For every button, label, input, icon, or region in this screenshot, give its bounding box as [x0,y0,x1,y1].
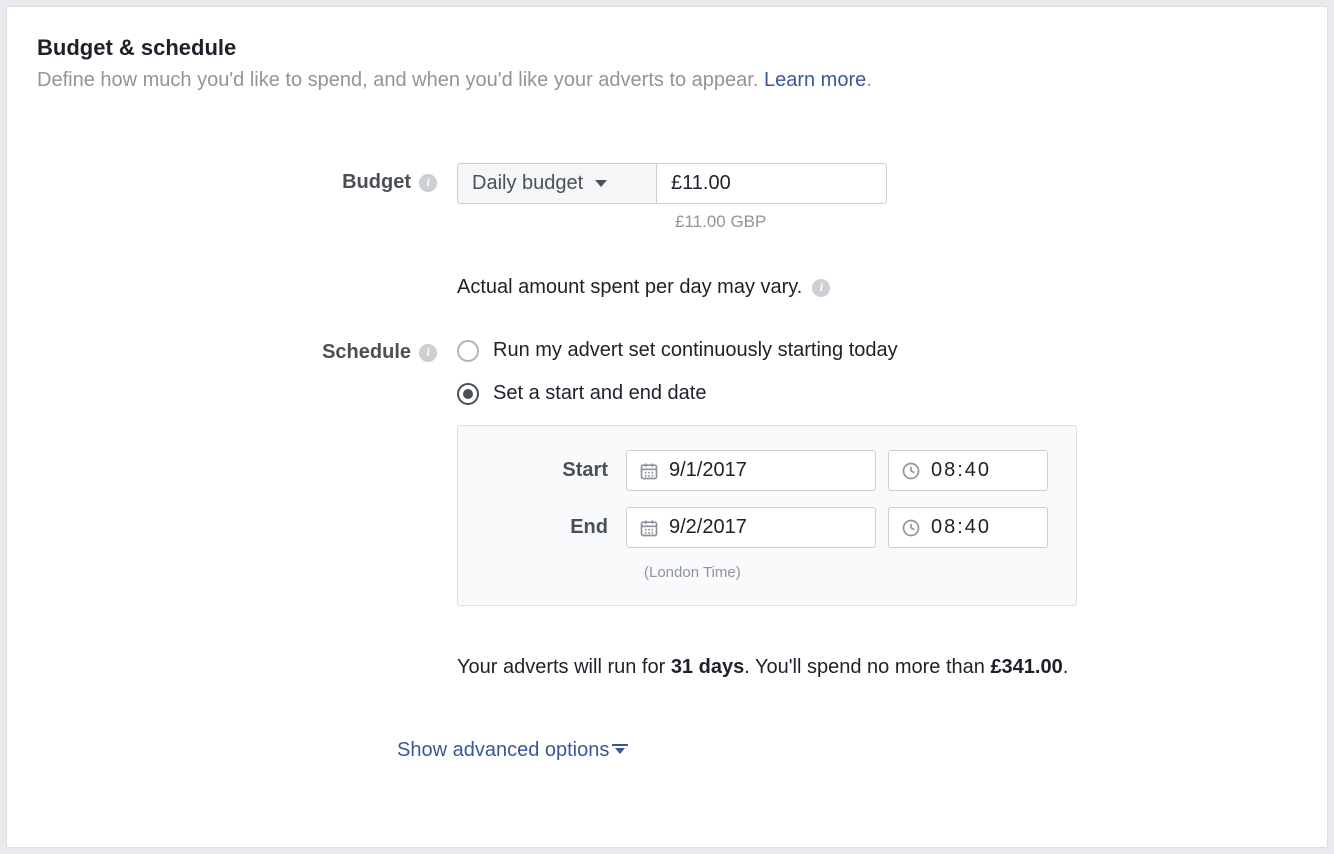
radio-icon [457,340,479,362]
info-icon[interactable]: i [812,279,830,297]
end-time-input[interactable]: 08:40 [888,507,1048,548]
budget-vary-note: Actual amount spent per day may vary. [457,276,802,299]
schedule-option-dates[interactable]: Set a start and end date [457,382,1297,405]
radio-icon [457,383,479,405]
budget-amount-hint: £11.00 GBP [675,212,1297,232]
end-label: End [486,516,626,539]
calendar-icon [639,461,659,481]
budget-schedule-panel: Budget & schedule Define how much you'd … [6,6,1328,848]
show-advanced-options-label: Show advanced options [397,739,609,762]
budget-type-dropdown-label: Daily budget [472,172,583,195]
summary-total: £341.00 [990,656,1062,678]
schedule-label: Schedule i [37,339,457,364]
start-time-value: 08:40 [931,459,991,482]
schedule-label-text: Schedule [322,341,411,364]
start-date-value: 9/1/2017 [669,459,747,482]
clock-icon [901,461,921,481]
end-time-value: 08:40 [931,516,991,539]
clock-icon [901,518,921,538]
budget-label-text: Budget [342,171,411,194]
budget-amount-input[interactable] [657,163,887,204]
schedule-summary: Your adverts will run for 31 days. You'l… [457,656,1297,679]
timezone-note: (London Time) [644,564,1048,581]
budget-type-dropdown[interactable]: Daily budget [457,163,657,204]
show-advanced-options-link[interactable]: Show advanced options [397,739,625,762]
schedule-option-dates-label: Set a start and end date [493,382,707,405]
info-icon[interactable]: i [419,174,437,192]
chevron-down-icon [595,180,607,187]
summary-prefix: Your adverts will run for [457,656,671,678]
section-description-text: Define how much you'd like to spend, and… [37,69,764,91]
schedule-option-continuous[interactable]: Run my advert set continuously starting … [457,339,1297,362]
section-description: Define how much you'd like to spend, and… [37,67,1297,93]
budget-label: Budget i [37,163,457,194]
start-label: Start [486,459,626,482]
end-date-input[interactable]: 9/2/2017 [626,507,876,548]
end-date-value: 9/2/2017 [669,516,747,539]
start-date-input[interactable]: 9/1/2017 [626,450,876,491]
disclosure-icon [615,748,625,754]
start-time-input[interactable]: 08:40 [888,450,1048,491]
summary-suffix: . [1063,656,1069,678]
summary-days: 31 days [671,656,744,678]
learn-more-link[interactable]: Learn more [764,69,866,91]
date-range-box: Start 9/1/2017 08:40 [457,425,1077,606]
summary-middle: . You'll spend no more than [744,656,990,678]
schedule-option-continuous-label: Run my advert set continuously starting … [493,339,898,362]
calendar-icon [639,518,659,538]
section-title: Budget & schedule [37,35,1297,61]
info-icon[interactable]: i [419,344,437,362]
